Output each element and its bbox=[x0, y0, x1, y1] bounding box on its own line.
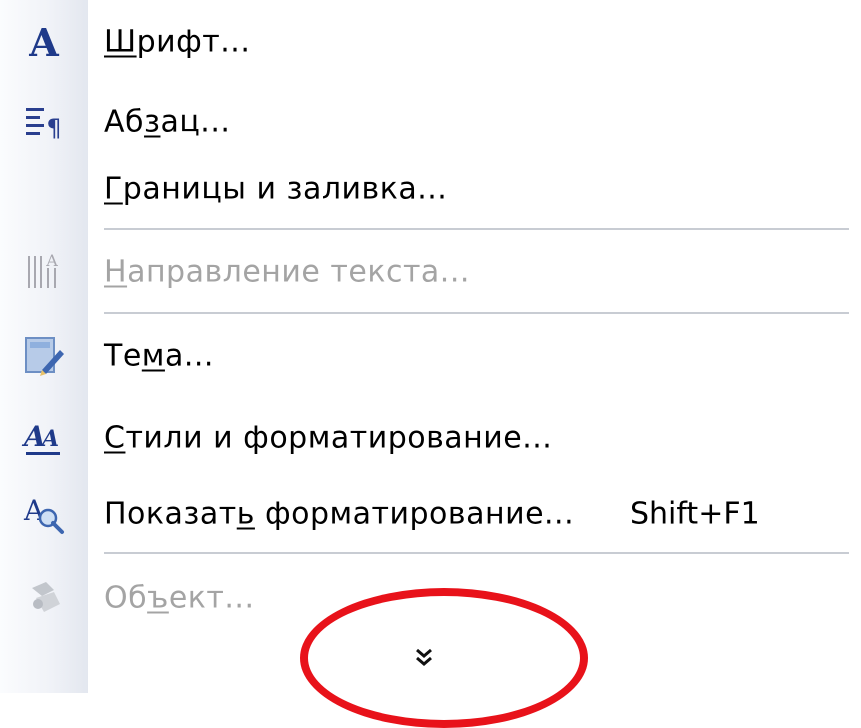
text-direction-icon: A bbox=[0, 230, 88, 314]
font-icon: A bbox=[0, 0, 88, 84]
menu-item-styles-formatting[interactable]: A A Стили и форматирование... bbox=[0, 396, 861, 480]
svg-text:A: A bbox=[45, 251, 58, 270]
svg-text:¶: ¶ bbox=[46, 114, 61, 142]
svg-text:A: A bbox=[40, 426, 59, 452]
menu-item-label: Границы и заливка... bbox=[104, 171, 448, 207]
reveal-formatting-icon: A bbox=[0, 472, 88, 556]
menu-item-reveal-formatting[interactable]: A Показать форматирование... Shift+F1 bbox=[0, 472, 861, 556]
annotation-ellipse bbox=[300, 588, 588, 728]
menu-item-label: Объект... bbox=[104, 580, 255, 616]
menu-separator bbox=[104, 552, 849, 554]
styles-icon: A A bbox=[0, 396, 88, 480]
format-menu: A Шрифт... ¶ Абзац... Границы и заливка.… bbox=[0, 0, 861, 728]
menu-item-label: Абзац... bbox=[104, 104, 231, 140]
menu-item-font[interactable]: A Шрифт... bbox=[0, 0, 861, 84]
menu-item-theme[interactable]: Тема... bbox=[0, 314, 861, 398]
menu-item-label: Тема... bbox=[104, 338, 214, 374]
object-icon bbox=[0, 556, 88, 640]
theme-icon bbox=[0, 314, 88, 398]
menu-item-label: Шрифт... bbox=[104, 24, 251, 60]
menu-item-label: Направление текста... bbox=[104, 254, 470, 290]
menu-item-label: Стили и форматирование... bbox=[104, 420, 553, 456]
menu-item-label: Показать форматирование... bbox=[104, 496, 575, 532]
svg-text:A: A bbox=[28, 20, 59, 65]
menu-item-borders-shading[interactable]: Границы и заливка... bbox=[0, 147, 861, 231]
menu-item-text-direction: A Направление текста... bbox=[0, 230, 861, 314]
shortcut-label: Shift+F1 bbox=[630, 496, 760, 532]
